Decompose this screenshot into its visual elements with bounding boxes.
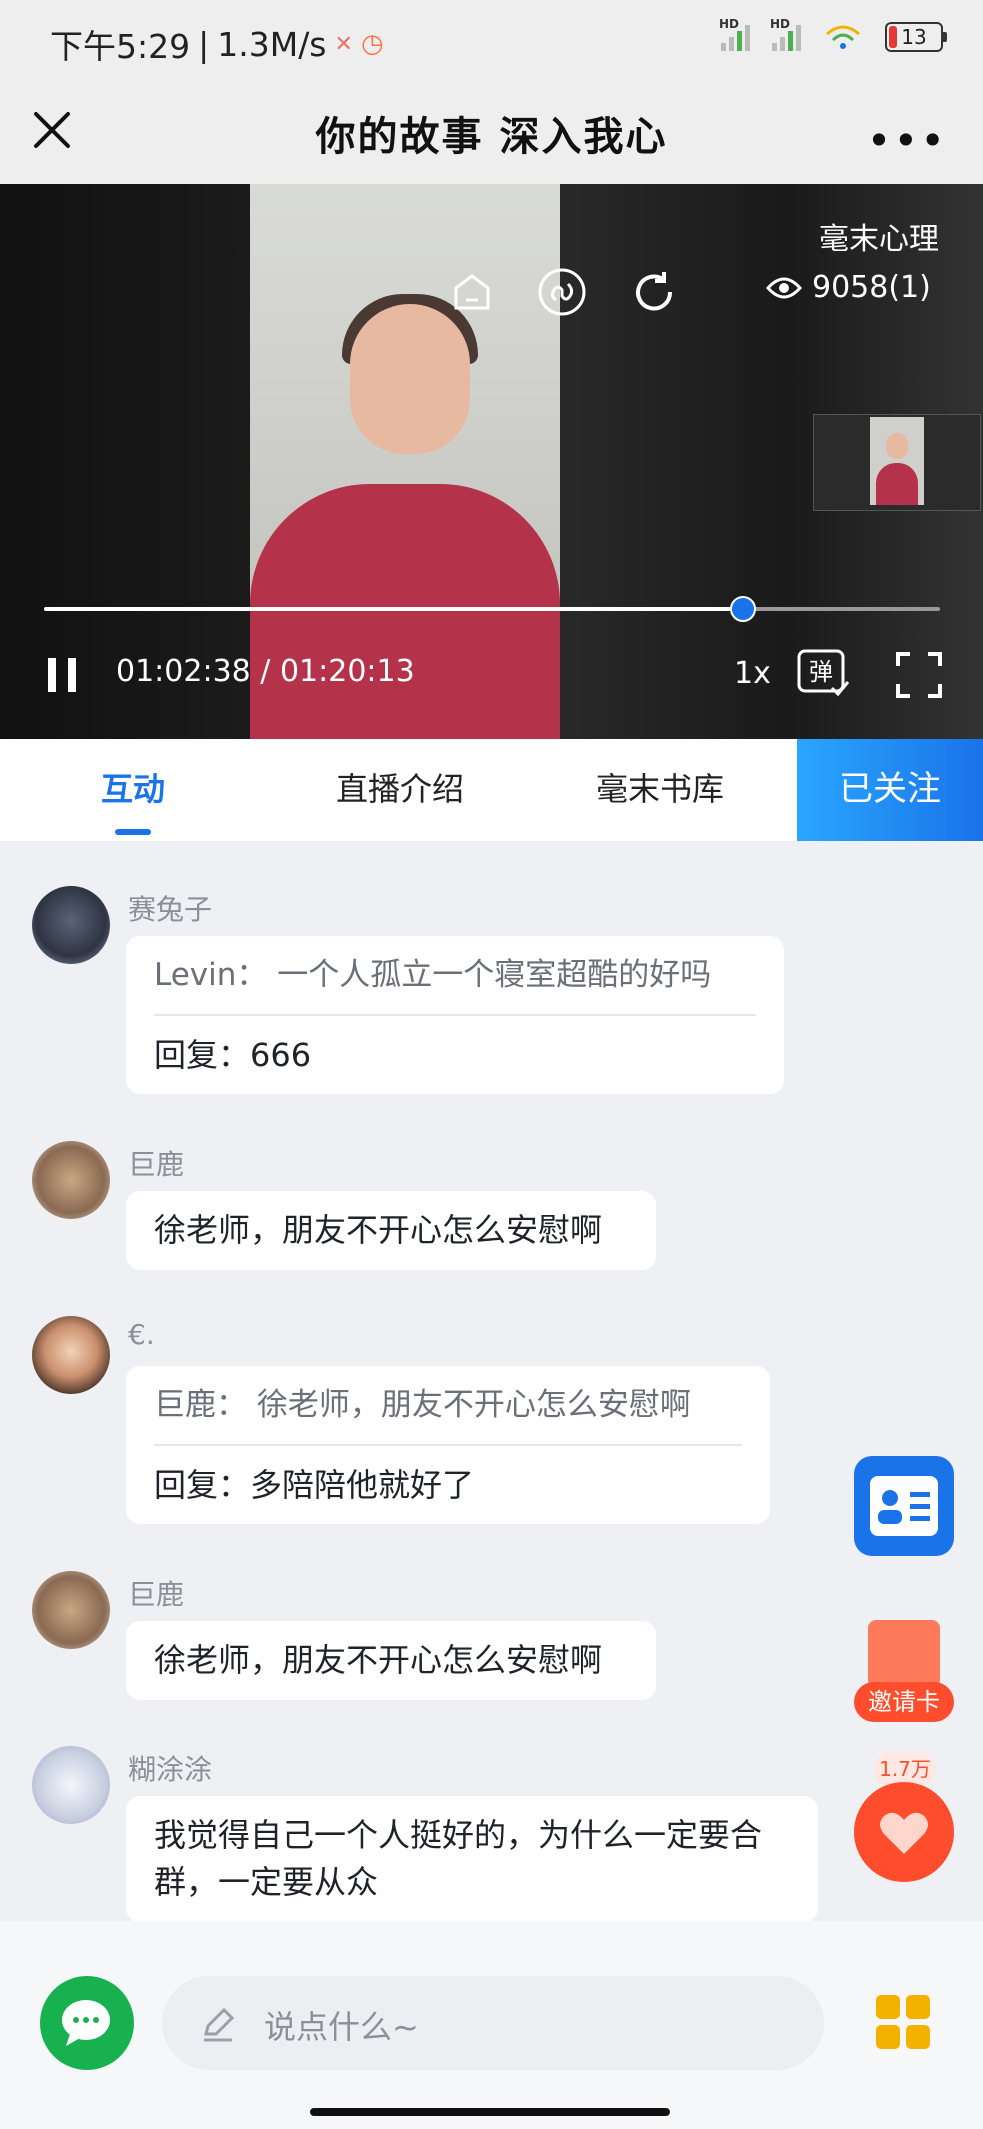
username: 巨鹿 [128,1578,185,1611]
message-bubble: 巨鹿： 徐老师，朋友不开心怎么安慰啊 回复：多陪陪他就好了 [126,1366,770,1524]
svg-text:弹: 弹 [809,658,833,686]
playback-speed[interactable]: 1x [734,656,771,691]
mute-icon: ✕ [334,31,353,57]
wechat-chat-button[interactable] [40,1976,134,2070]
message-bubble: Levin： 一个人孤立一个寝室超酷的好吗 回复：666 [126,936,784,1094]
video-top-icons [448,266,680,318]
view-count: 9058(1) [766,270,931,305]
message-bubble: 徐老师，朋友不开心怎么安慰啊 [126,1621,656,1700]
message-bubble: 徐老师，朋友不开心怎么安慰啊 [126,1191,656,1270]
status-time: 下午5:29 [50,27,191,66]
page-title: 你的故事 深入我心 [315,114,668,160]
picture-in-picture[interactable] [813,414,981,511]
chat-bubble-icon [62,2000,110,2046]
comment-placeholder: 说点什么~ [264,2008,419,2046]
tab-live-intro[interactable]: 直播介绍 [300,739,500,841]
like-button[interactable]: 1.7万 [854,1752,954,1882]
avatar[interactable] [32,1571,110,1649]
time-separator: / [260,654,280,689]
heart-icon [854,1782,954,1882]
username: €. [128,1318,155,1351]
contact-card-icon [870,1476,938,1536]
contact-card-button[interactable] [854,1456,954,1556]
progress-knob[interactable] [729,596,756,622]
avatar[interactable] [32,1141,110,1219]
pip-speaker [870,417,924,505]
username: 巨鹿 [128,1148,185,1181]
danmu-icon[interactable]: 弹 [796,648,850,698]
message-text: 徐老师，朋友不开心怎么安慰啊 [154,1211,603,1249]
battery-icon: 13 [885,22,947,52]
current-time: 01:02:38 [116,654,251,689]
quoted-message: Levin： 一个人孤立一个寝室超酷的好吗 [154,936,756,1016]
message-text: 徐老师，朋友不开心怎么安慰啊 [154,1641,603,1679]
reply-text: 回复：666 [154,1036,312,1074]
hd-label: HD [770,17,791,31]
status-bar: 下午5:29 | 1.3M/s ✕ ◷ HD HD 13 [0,0,983,80]
status-left: 下午5:29 | 1.3M/s ✕ ◷ [50,20,384,68]
username: 赛兔子 [128,893,213,926]
invite-card-button[interactable]: 邀请卡 [854,1616,954,1728]
view-count-value: 9058(1) [812,270,931,305]
quoted-message: 巨鹿： 徐老师，朋友不开心怎么安慰啊 [154,1366,742,1446]
refresh-icon[interactable] [628,266,680,318]
hd-label: HD [719,17,740,31]
alarm-icon: ◷ [360,29,384,59]
pencil-icon [204,2007,235,2042]
tab-label: 毫末书库 [595,770,724,808]
reply-text: 回复：多陪陪他就好了 [154,1466,475,1504]
avatar[interactable] [32,1316,110,1394]
comment-input[interactable]: 说点什么~ [162,1976,824,2070]
bottom-bar: 说点什么~ [0,1921,983,2129]
progress-bar[interactable] [44,596,940,622]
message-text: 我觉得自己一个人挺好的，为什么一定要合群，一定要从众 [154,1816,763,1901]
quoted-text: 一个人孤立一个寝室超酷的好吗 [277,957,712,993]
speaker-face [350,304,470,454]
username: 糊涂涂 [128,1753,213,1786]
tab-label: 直播介绍 [335,770,464,808]
like-count: 1.7万 [874,1752,936,1786]
apps-grid-icon[interactable] [876,1995,930,2049]
total-time: 01:20:13 [279,654,415,689]
channel-name: 毫末心理 [819,222,939,257]
avatar[interactable] [32,886,110,964]
quoted-user: 巨鹿： [154,1387,247,1423]
eye-icon [766,277,802,298]
video-controls: 01:02:38 / 01:20:13 1x 弹 [0,649,983,704]
status-divider: | [198,24,210,64]
fullscreen-icon[interactable] [894,650,944,700]
mini-program-icon[interactable] [536,266,588,318]
signal-icon: HD [719,17,750,51]
status-right: HD HD 13 [719,17,947,52]
tab-label: 互动 [100,770,165,808]
signal-icon: HD [770,17,801,51]
invite-card-label: 邀请卡 [854,1682,954,1722]
progress-fill [44,607,743,611]
message-bubble: 我觉得自己一个人挺好的，为什么一定要合群，一定要从众 [126,1796,818,1922]
tab-bar: 互动 直播介绍 毫末书库 已关注 [0,739,983,841]
tab-interaction[interactable]: 互动 [40,739,226,841]
video-player[interactable]: 毫末心理 9058(1) 01:02:38 / 01:20:13 1x 弹 [0,184,983,739]
chat-list: 赛兔子 Levin： 一个人孤立一个寝室超酷的好吗 回复：666 巨鹿 徐老师，… [0,841,983,1922]
quoted-user: Levin： [154,957,268,993]
tab-library[interactable]: 毫末书库 [560,739,760,841]
tab-underline [115,829,151,835]
wifi-icon [826,25,860,49]
home-icon[interactable] [448,268,496,316]
title-bar: 你的故事 深入我心 ••• [0,80,983,184]
playback-time: 01:02:38 / 01:20:13 [116,654,415,689]
home-indicator [310,2108,670,2116]
more-icon[interactable]: ••• [867,116,947,165]
network-speed: 1.3M/s [217,24,327,64]
red-envelope-icon [868,1620,940,1688]
pause-icon[interactable] [46,658,80,692]
quoted-text: 徐老师，朋友不开心怎么安慰啊 [256,1387,691,1423]
avatar[interactable] [32,1746,110,1824]
follow-button[interactable]: 已关注 [797,739,983,841]
